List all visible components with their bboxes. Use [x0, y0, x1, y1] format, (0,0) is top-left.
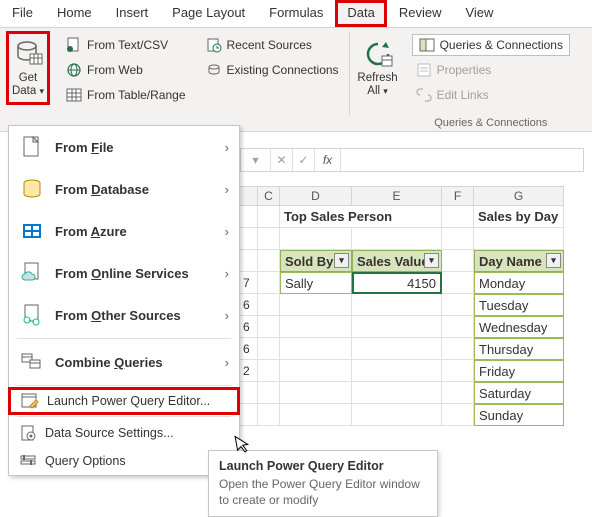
links-icon — [416, 87, 432, 103]
cancel-formula[interactable]: ✕ — [271, 149, 293, 171]
tab-data[interactable]: Data — [335, 0, 386, 27]
sales-by-day-title[interactable]: Sales by Day — [474, 206, 564, 228]
properties-icon — [416, 62, 432, 78]
table-icon — [66, 87, 82, 103]
top-sales-title[interactable]: Top Sales Person — [280, 206, 352, 228]
cell-day[interactable]: Thursday — [474, 338, 564, 360]
name-box-dropdown[interactable]: ▾ — [241, 149, 271, 171]
file-csv-icon — [66, 37, 82, 53]
get-data-label2: Data ▾ — [12, 85, 44, 98]
tab-formulas[interactable]: Formulas — [257, 0, 335, 27]
group-label-queries: Queries & Connections — [412, 117, 570, 131]
tooltip-title: Launch Power Query Editor — [219, 459, 427, 473]
existing-connections-button[interactable]: Existing Connections — [202, 59, 343, 81]
from-azure-item[interactable]: From Azure › — [9, 210, 239, 252]
col-header-e[interactable]: E — [352, 186, 442, 206]
tab-page-layout[interactable]: Page Layout — [160, 0, 257, 27]
formula-bar: ▾ ✕ ✓ fx — [240, 148, 584, 172]
other-sources-icon — [19, 302, 45, 328]
cell-day[interactable]: Sunday — [474, 404, 564, 426]
combine-icon — [19, 349, 45, 375]
database-icon — [12, 38, 44, 70]
col-header-c[interactable]: C — [258, 186, 280, 206]
sales-value-header[interactable]: Sales Value▾ — [352, 250, 442, 272]
tooltip-desc: Open the Power Query Editor window to cr… — [219, 477, 427, 508]
refresh-icon — [362, 38, 394, 70]
tab-insert[interactable]: Insert — [104, 0, 161, 27]
cell-day[interactable]: Monday — [474, 272, 564, 294]
combine-queries-item[interactable]: Combine Queries › — [9, 341, 239, 383]
file-icon — [19, 134, 45, 160]
get-data-label1: Get — [19, 72, 38, 85]
from-online-services-item[interactable]: From Online Services › — [9, 252, 239, 294]
chevron-right-icon: › — [225, 182, 229, 197]
editor-icon — [21, 392, 39, 410]
from-other-sources-item[interactable]: From Other Sources › — [9, 294, 239, 336]
properties-button: Properties — [412, 59, 570, 81]
spreadsheet-grid[interactable]: C D E F G Top Sales Person Sales by Day … — [240, 186, 592, 426]
from-database-item[interactable]: From Database › — [9, 168, 239, 210]
cell-day[interactable]: Saturday — [474, 382, 564, 404]
from-text-csv-button[interactable]: From Text/CSV — [62, 34, 190, 56]
launch-power-query-editor-item[interactable]: Launch Power Query Editor... — [8, 387, 240, 415]
tab-home[interactable]: Home — [45, 0, 104, 27]
chevron-right-icon: › — [225, 266, 229, 281]
tooltip: Launch Power Query Editor Open the Power… — [208, 450, 438, 517]
col-header-d[interactable]: D — [280, 186, 352, 206]
fx-button[interactable]: fx — [315, 149, 341, 171]
cell-day[interactable]: Wednesday — [474, 316, 564, 338]
chevron-right-icon: › — [225, 355, 229, 370]
query-options-item[interactable]: Query Options — [9, 447, 239, 475]
col-header-g[interactable]: G — [474, 186, 564, 206]
connections-icon — [206, 62, 222, 78]
chevron-right-icon: › — [225, 140, 229, 155]
chevron-right-icon: › — [225, 308, 229, 323]
queries-connections-button[interactable]: Queries & Connections — [412, 34, 570, 56]
cursor-icon — [234, 433, 254, 460]
refresh-all-button[interactable]: Refresh All ▾ — [356, 31, 400, 105]
cell-day[interactable]: Friday — [474, 360, 564, 382]
globe-icon — [66, 62, 82, 78]
sold-by-header[interactable]: Sold By▾ — [280, 250, 352, 272]
cell-day[interactable]: Tuesday — [474, 294, 564, 316]
cell-sales-value[interactable]: 4150 — [352, 272, 442, 294]
options-icon — [19, 452, 37, 470]
data-source-settings-item[interactable]: Data Source Settings... — [9, 419, 239, 447]
recent-sources-button[interactable]: Recent Sources — [202, 34, 343, 56]
tab-file[interactable]: File — [0, 0, 45, 27]
col-header-f[interactable]: F — [442, 186, 474, 206]
cloud-icon — [19, 260, 45, 286]
chevron-right-icon: › — [225, 224, 229, 239]
get-data-button[interactable]: Get Data ▾ — [6, 31, 50, 105]
get-data-dropdown: From File › From Database › From Azure ›… — [8, 125, 240, 476]
enter-formula[interactable]: ✓ — [293, 149, 315, 171]
ribbon-tabs: File Home Insert Page Layout Formulas Da… — [0, 0, 592, 28]
from-file-item[interactable]: From File › — [9, 126, 239, 168]
queries-icon — [419, 37, 435, 53]
ribbon-body: Get Data ▾ From Text/CSV From Web From T… — [0, 28, 592, 132]
from-web-button[interactable]: From Web — [62, 59, 190, 81]
edit-links-button: Edit Links — [412, 84, 570, 106]
cell-sold-by[interactable]: Sally — [280, 272, 352, 294]
tab-view[interactable]: View — [453, 0, 505, 27]
filter-dropdown-icon[interactable]: ▾ — [424, 253, 439, 268]
filter-dropdown-icon[interactable]: ▾ — [546, 253, 561, 268]
filter-dropdown-icon[interactable]: ▾ — [334, 253, 349, 268]
database-icon — [19, 176, 45, 202]
azure-icon — [19, 218, 45, 244]
recent-icon — [206, 37, 222, 53]
from-table-range-button[interactable]: From Table/Range — [62, 84, 190, 106]
tab-review[interactable]: Review — [387, 0, 454, 27]
day-name-header[interactable]: Day Name▾ — [474, 250, 564, 272]
settings-file-icon — [19, 424, 37, 442]
